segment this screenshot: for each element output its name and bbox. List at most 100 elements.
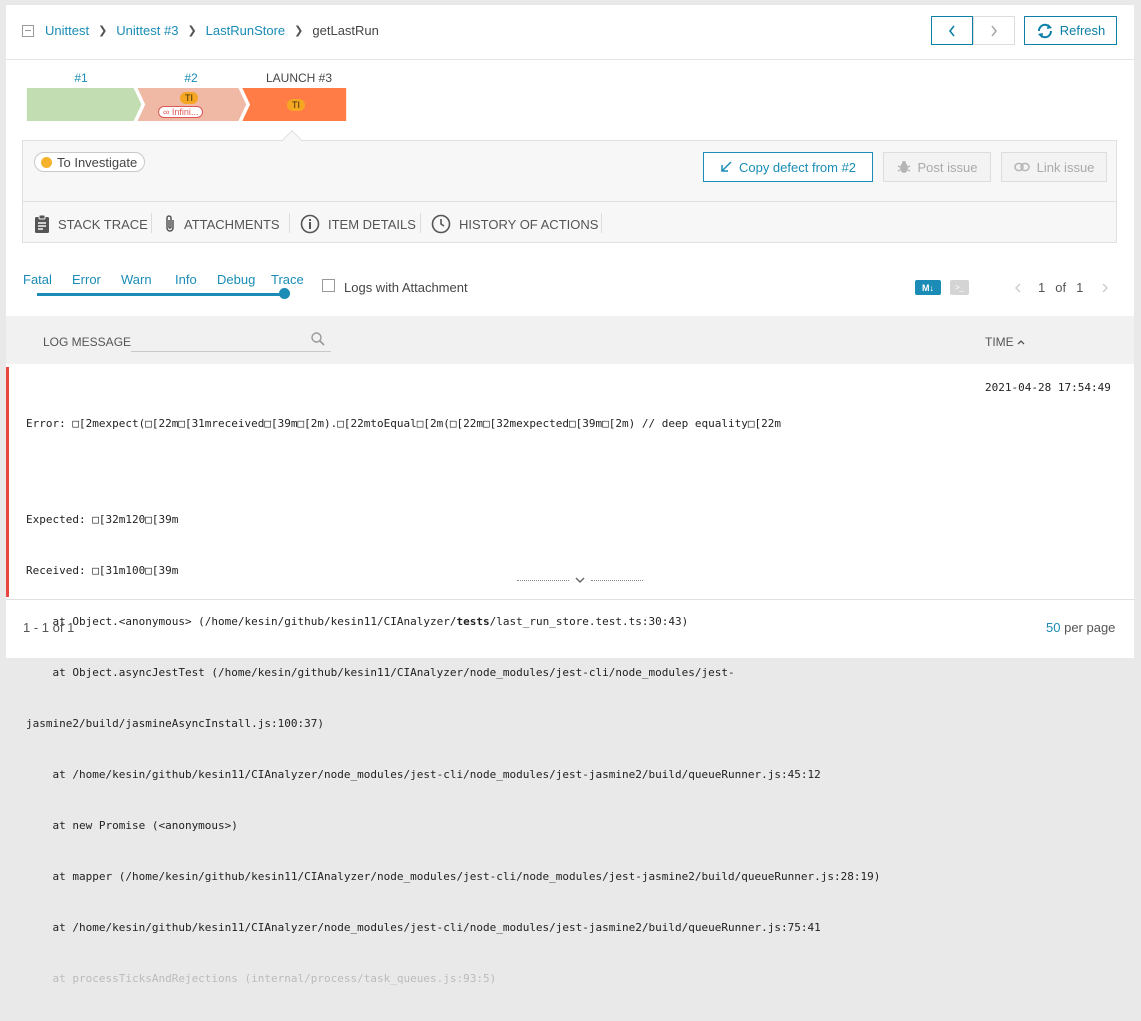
app-frame: Unittest ❯ Unittest #3 ❯ LastRunStore ❯ … (6, 5, 1134, 985)
infinity-badge: ∞ Infini... (158, 106, 204, 118)
column-log-message: LOG MESSAGE (43, 335, 132, 349)
column-time-label: TIME (985, 335, 1014, 349)
chevron-right-icon[interactable] (1101, 282, 1109, 294)
pager-current: 1 (1038, 280, 1046, 295)
chevron-left-icon[interactable] (1014, 282, 1022, 294)
breadcrumb-item-suite[interactable]: LastRunStore (206, 23, 286, 38)
clipboard-icon (35, 214, 49, 233)
pager-total: 1 (1076, 280, 1084, 295)
log-level-info[interactable]: Info (175, 272, 197, 287)
ti-badge: TI (287, 99, 305, 111)
log-line: jasmine2/build/jasmineAsyncInstall.js:10… (26, 717, 325, 730)
paperclip-icon (166, 215, 174, 232)
tab-stack-trace-label: STACK TRACE (58, 216, 148, 232)
refresh-button[interactable]: Refresh (1024, 16, 1117, 45)
log-level-warn[interactable]: Warn (121, 272, 152, 287)
sort-asc-icon (1017, 340, 1025, 345)
log-table-header: LOG MESSAGE TIME (6, 316, 1134, 364)
link-issue-button[interactable]: Link issue (1001, 152, 1107, 182)
expand-log-button[interactable] (515, 573, 645, 587)
tab-attachments[interactable]: ATTACHMENTS (164, 213, 280, 235)
log-line: Expected: □[32m120□[39m (26, 513, 179, 526)
log-search-input[interactable] (131, 328, 331, 352)
breadcrumb-item-unittest[interactable]: Unittest (45, 23, 89, 38)
chevron-down-icon (575, 577, 585, 583)
tab-history-label: HISTORY OF ACTIONS (459, 216, 599, 232)
info-icon (300, 214, 320, 234)
log-line: Error: □[2mexpect(□[22m□[31mreceived□[39… (26, 417, 781, 430)
panel-caret (282, 130, 302, 150)
tab-separator (151, 213, 152, 233)
log-level-slider-track[interactable] (37, 293, 287, 296)
previous-item-button[interactable] (931, 16, 973, 45)
log-level-debug[interactable]: Debug (217, 272, 255, 287)
post-issue-label: Post issue (917, 159, 978, 175)
defect-type-badge[interactable]: To Investigate (34, 152, 146, 172)
tab-item-details-label: ITEM DETAILS (328, 216, 416, 232)
chevron-right-icon: ❯ (187, 25, 197, 37)
copy-defect-button[interactable]: Copy defect from #2 (703, 152, 873, 182)
log-level-trace[interactable]: Trace (271, 272, 304, 287)
tab-history-of-actions[interactable]: HISTORY OF ACTIONS (431, 213, 598, 235)
tab-stack-trace[interactable]: STACK TRACE (34, 213, 148, 235)
copy-defect-label: Copy defect from #2 (738, 159, 857, 175)
log-message: Error: □[2mexpect(□[22m□[31mreceived□[39… (26, 381, 966, 1021)
log-time: 2021-04-28 17:54:49 (985, 381, 1111, 394)
history-launch-2-label[interactable]: #2 (136, 71, 246, 85)
ti-badge: TI (180, 92, 198, 104)
logs-with-attachment-label: Logs with Attachment (344, 280, 468, 295)
log-line: at Object.<anonymous> (/home/kesin/githu… (26, 615, 689, 628)
history-launch-3-label: LAUNCH #3 (265, 71, 333, 85)
arrow-down-left-icon (721, 161, 732, 172)
log-row[interactable]: Error: □[2mexpect(□[22m□[31mreceived□[39… (6, 364, 1134, 985)
breadcrumb: Unittest ❯ Unittest #3 ❯ LastRunStore ❯ … (45, 23, 379, 38)
pager-of: of (1055, 280, 1067, 295)
log-line: at mapper (/home/kesin/github/kesin11/CI… (26, 870, 881, 883)
post-issue-button[interactable]: Post issue (883, 152, 991, 182)
chevron-right-icon: ❯ (294, 25, 304, 37)
tab-item-details[interactable]: ITEM DETAILS (300, 213, 416, 235)
chevron-right-icon (991, 25, 998, 36)
clock-icon (431, 214, 451, 234)
next-item-button[interactable] (973, 16, 1015, 45)
markdown-mode-button[interactable]: M↓ (915, 280, 941, 295)
history-launch-1-label[interactable]: #1 (26, 71, 136, 85)
tab-separator (289, 213, 290, 233)
per-page-value[interactable]: 50 (1046, 620, 1060, 635)
per-page-selector[interactable]: 50 per page (1046, 620, 1115, 635)
log-line: at processTicksAndRejections (internal/p… (26, 972, 497, 985)
breadcrumb-current: getLastRun (312, 23, 379, 38)
log-level-fatal[interactable]: Fatal (23, 272, 52, 287)
tab-separator (601, 213, 602, 233)
log-line: at /home/kesin/github/kesin11/CIAnalyzer… (26, 921, 821, 934)
log-line: at Object.asyncJestTest (/home/kesin/git… (26, 666, 735, 679)
tab-separator (420, 213, 421, 233)
page-header: Unittest ❯ Unittest #3 ❯ LastRunStore ❯ … (6, 5, 1134, 60)
log-line: Received: □[31m100□[39m (26, 564, 179, 577)
refresh-icon (1037, 23, 1052, 38)
logs-with-attachment-checkbox[interactable] (322, 279, 335, 292)
link-issue-label: Link issue (1036, 159, 1095, 175)
column-time[interactable]: TIME (985, 335, 1025, 349)
collapse-icon[interactable] (22, 25, 34, 37)
search-icon (311, 332, 325, 346)
chevron-right-icon: ❯ (98, 25, 108, 37)
log-line: at new Promise (<anonymous>) (26, 819, 238, 832)
pagination-range: 1 - 1 of 1 (23, 620, 75, 635)
log-line: at /home/kesin/github/kesin11/CIAnalyzer… (26, 768, 821, 781)
error-level-stripe (6, 367, 9, 597)
console-mode-button[interactable]: >_ (950, 280, 969, 295)
bug-icon (897, 161, 910, 173)
breadcrumb-item-launch[interactable]: Unittest #3 (116, 23, 178, 38)
tab-attachments-label: ATTACHMENTS (184, 216, 280, 232)
log-pager: 1 of 1 (1014, 280, 1109, 295)
link-icon (1013, 162, 1030, 172)
log-level-slider-handle[interactable] (279, 288, 290, 299)
chevron-left-icon (948, 25, 955, 36)
history-cell-1[interactable] (26, 88, 142, 121)
defect-panel: To Investigate Copy defect from #2 Post … (22, 130, 1117, 243)
log-level-error[interactable]: Error (72, 272, 101, 287)
defect-dot-icon (41, 156, 52, 168)
refresh-label: Refresh (1059, 23, 1106, 38)
tabs-divider (23, 201, 1116, 202)
